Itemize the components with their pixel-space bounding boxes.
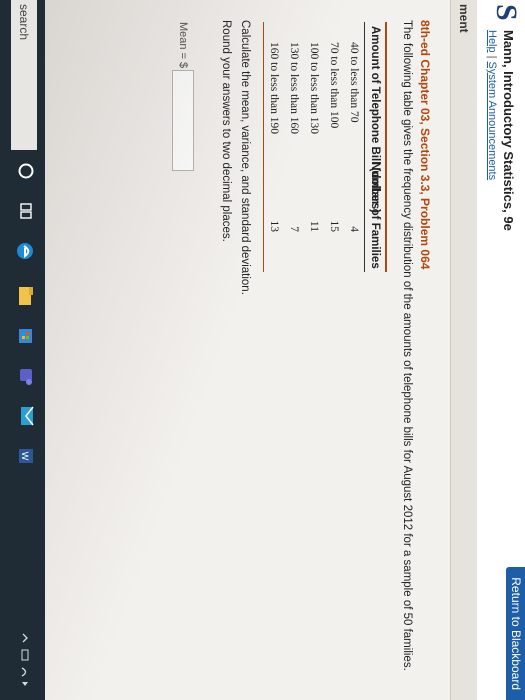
instruction-line-2: Round your answers to two decimal places… (220, 20, 232, 242)
table-header: Amount of Telephone Bill (dollars) Numbe… (364, 22, 387, 272)
store-icon[interactable] (13, 325, 35, 347)
amount-cell: 160 to less than 190 (268, 42, 280, 134)
table-row: 130 to less than 160 7 (284, 22, 304, 272)
teams-icon[interactable] (13, 365, 35, 387)
assignment-bar: ment (450, 0, 477, 700)
assignment-label: ment (457, 4, 471, 33)
header-bar: S Mann, Introductory Statistics, 9e Help… (476, 0, 525, 700)
families-cell: 15 (328, 220, 340, 233)
windows-taskbar: search W (0, 0, 45, 700)
taskbar-search-box[interactable]: search (11, 0, 37, 150)
problem-description: The following table gives the frequency … (401, 20, 413, 671)
course-title: Mann, Introductory Statistics, 9e (501, 30, 516, 231)
edge-icon[interactable] (13, 240, 35, 262)
photo-stage: S Mann, Introductory Statistics, 9e Help… (0, 0, 525, 700)
search-placeholder: search (17, 4, 31, 41)
browser-screen: S Mann, Introductory Statistics, 9e Help… (0, 0, 525, 700)
families-cell: 11 (308, 220, 320, 232)
system-announcements-link[interactable]: System Announcements (486, 61, 498, 180)
amount-cell: 40 to less than 70 (348, 42, 360, 123)
families-cell: 13 (268, 220, 280, 233)
problem-title: 8th-ed Chapter 03, Section 3.3, Problem … (418, 20, 432, 270)
link-separator: | (486, 55, 498, 59)
word-icon[interactable]: W (13, 445, 35, 467)
help-link[interactable]: Help (486, 30, 498, 53)
amount-cell: 130 to less than 160 (288, 42, 300, 134)
families-cell: 7 (288, 226, 300, 232)
task-view-icon[interactable] (13, 200, 35, 222)
file-explorer-icon[interactable] (13, 285, 35, 307)
wileyplus-logo: S (490, 4, 523, 21)
mail-icon[interactable] (13, 405, 35, 427)
instruction-line-1: Calculate the mean, variance, and standa… (239, 20, 251, 295)
svg-text:W: W (20, 452, 30, 461)
table-row: 100 to less than 130 11 (304, 22, 324, 272)
families-cell: 4 (348, 226, 360, 232)
amount-cell: 70 to less than 100 (328, 42, 340, 129)
cortana-icon[interactable] (13, 160, 35, 182)
frequency-table: Amount of Telephone Bill (dollars) Numbe… (261, 22, 387, 272)
system-tray[interactable] (16, 632, 31, 692)
table-row: 70 to less than 100 15 (324, 22, 344, 272)
mean-input[interactable] (172, 70, 194, 171)
help-links: Help | System Announcements (486, 30, 498, 180)
table-row: 40 to less than 70 4 (344, 22, 364, 272)
table-row: 160 to less than 190 13 (264, 22, 284, 272)
return-to-blackboard-button[interactable]: Return to Blackboard (506, 567, 525, 700)
mean-label: Mean = $ (177, 22, 189, 69)
amount-cell: 100 to less than 130 (308, 42, 320, 134)
column-header-families: Number of Families (369, 162, 381, 269)
